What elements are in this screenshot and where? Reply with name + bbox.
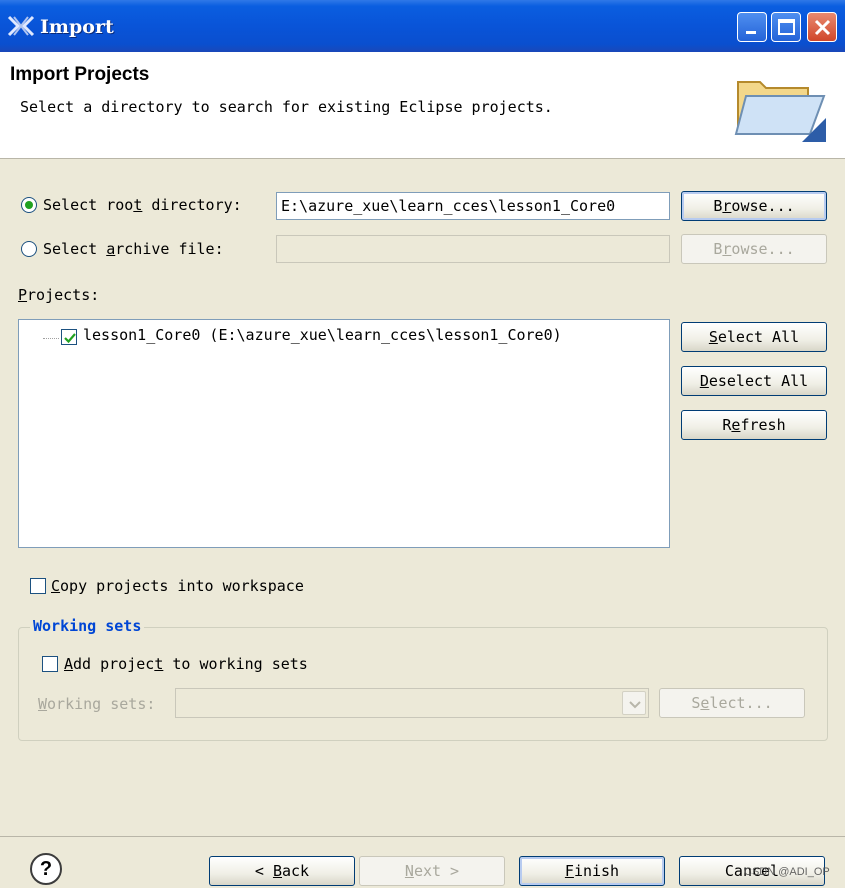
add-to-working-sets-label[interactable]: Add project to working sets <box>64 655 308 673</box>
checkmark-icon <box>64 333 76 344</box>
archive-file-input <box>276 235 670 263</box>
tree-connector <box>43 338 59 339</box>
eclipse-import-icon <box>7 15 35 37</box>
working-sets-group-title: Working sets <box>30 617 145 635</box>
refresh-button[interactable]: Refresh <box>681 410 827 440</box>
close-icon <box>814 19 831 36</box>
working-sets-group <box>18 627 828 741</box>
finish-button[interactable]: Finish <box>519 856 665 886</box>
minimize-icon <box>746 31 756 34</box>
deselect-all-button[interactable]: Deselect All <box>681 366 827 396</box>
combo-dropdown-button <box>622 691 646 715</box>
page-title: Import Projects <box>10 64 150 85</box>
projects-label: Projects: <box>18 286 100 304</box>
copy-projects-label[interactable]: Copy projects into workspace <box>51 577 304 595</box>
title-bar: Import <box>0 0 845 52</box>
window-title: Import <box>40 16 114 38</box>
footer-separator <box>0 836 845 837</box>
add-to-working-sets-checkbox[interactable] <box>42 656 58 672</box>
select-root-directory-radio[interactable] <box>21 197 37 213</box>
maximize-button[interactable] <box>771 12 801 42</box>
select-all-button[interactable]: Select All <box>681 322 827 352</box>
working-sets-label: Working sets: <box>38 695 156 713</box>
browse-archive-button: Browse... <box>681 234 827 264</box>
root-directory-input[interactable]: E:\azure_xue\learn_cces\lesson1_Core0 <box>276 192 670 220</box>
watermark: CSDN @ADI_OP <box>744 866 830 878</box>
page-description: Select a directory to search for existin… <box>20 98 553 116</box>
maximize-icon <box>778 19 795 35</box>
project-item-label[interactable]: lesson1_Core0 (E:\azure_xue\learn_cces\l… <box>83 326 562 344</box>
working-sets-combo <box>175 688 649 718</box>
wizard-header: Import Projects Select a directory to se… <box>0 52 845 159</box>
help-icon[interactable]: ? <box>30 853 62 885</box>
select-root-directory-label[interactable]: Select root directory: <box>43 196 242 214</box>
back-button[interactable]: < Back <box>209 856 355 886</box>
browse-root-button[interactable]: Browse... <box>681 191 827 221</box>
select-archive-file-label[interactable]: Select archive file: <box>43 240 224 258</box>
projects-list[interactable]: lesson1_Core0 (E:\azure_xue\learn_cces\l… <box>18 319 670 548</box>
project-checkbox[interactable] <box>61 329 77 345</box>
next-button: Next > <box>359 856 505 886</box>
chevron-down-icon <box>629 701 641 709</box>
minimize-button[interactable] <box>737 12 767 42</box>
close-button[interactable] <box>807 12 837 42</box>
select-working-sets-button: Select... <box>659 688 805 718</box>
copy-projects-checkbox[interactable] <box>30 578 46 594</box>
open-folder-icon <box>734 81 826 142</box>
select-archive-file-radio[interactable] <box>21 241 37 257</box>
